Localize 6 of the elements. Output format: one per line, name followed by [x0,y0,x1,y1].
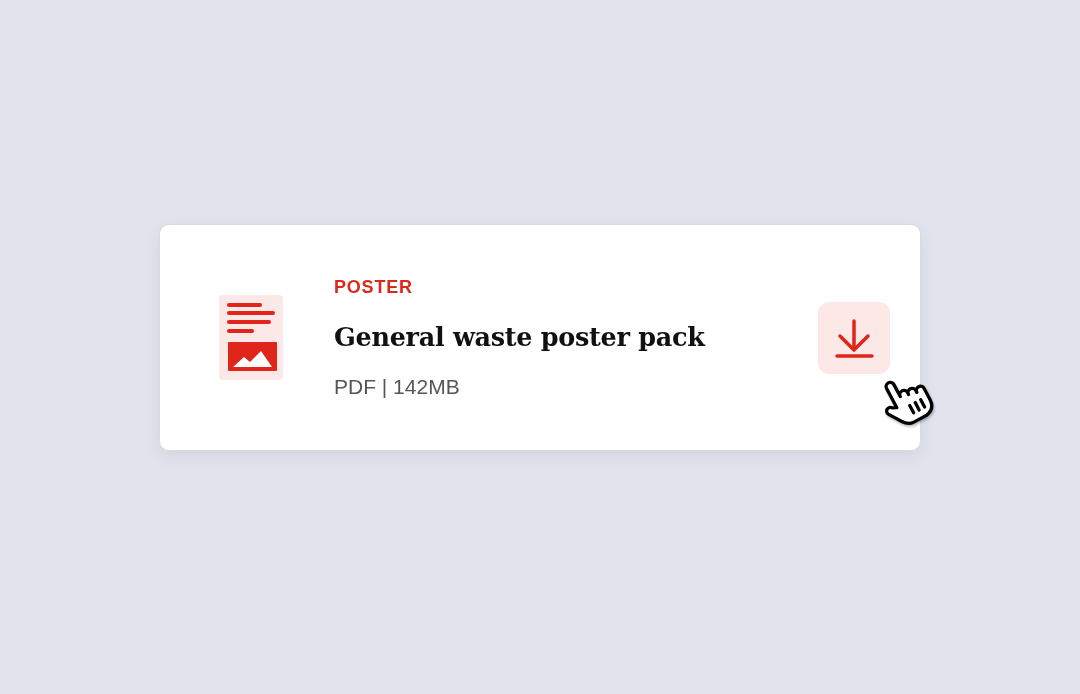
download-button[interactable] [818,301,890,374]
card-title: General waste poster pack [334,320,705,354]
file-info: PDF | 142MB [334,373,460,400]
download-icon [834,317,874,358]
category-label: POSTER [334,275,413,299]
document-icon [219,295,283,380]
